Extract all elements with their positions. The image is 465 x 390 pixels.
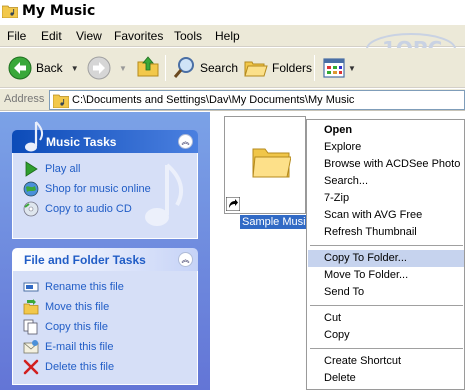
task-copy-audio-cd[interactable]: Copy to audio CD (23, 199, 197, 219)
task-copy-file[interactable]: Copy this file (23, 317, 197, 337)
views-icon (323, 58, 345, 78)
menu-favorites[interactable]: Favorites (114, 29, 163, 43)
context-scan-avg[interactable]: Scan with AVG Free (308, 207, 464, 224)
menu-edit[interactable]: Edit (41, 29, 62, 43)
task-pane: Music Tasks ︽ Play all Shop for music on… (0, 112, 210, 390)
window-title: My Music (22, 3, 96, 19)
delete-x-icon (23, 359, 39, 375)
music-tasks-panel: Music Tasks ︽ Play all Shop for music on… (12, 121, 198, 239)
file-folder-tasks-panel: File and Folder Tasks ︽ Rename this file… (12, 248, 198, 385)
globe-music-icon (23, 181, 39, 197)
file-folder-tasks-body: Rename this file Move this file Copy thi… (12, 271, 198, 385)
copy-icon (23, 319, 38, 335)
menu-file[interactable]: File (7, 29, 26, 43)
search-button[interactable]: Search (172, 56, 238, 80)
task-rename-file[interactable]: Rename this file (23, 277, 197, 297)
context-menu: Open Explore Browse with ACDSee Photo M … (306, 119, 465, 390)
task-play-all[interactable]: Play all (23, 159, 197, 179)
address-bar: Address C:\Documents and Settings\Dav\My… (0, 89, 465, 111)
context-browse-acdsee[interactable]: Browse with ACDSee Photo M (308, 156, 464, 173)
folders-button[interactable]: Folders (244, 56, 312, 80)
back-dropdown-icon[interactable]: ▼ (71, 64, 79, 73)
title-bar[interactable]: My Music (0, 0, 465, 25)
forward-arrow-icon (87, 56, 111, 80)
context-refresh-thumbnail[interactable]: Refresh Thumbnail (308, 224, 464, 241)
email-icon (23, 340, 39, 354)
folder-icon (252, 148, 291, 178)
file-folder-tasks-title: File and Folder Tasks (24, 253, 146, 267)
task-shop-music-online[interactable]: Shop for music online (23, 179, 197, 199)
context-separator (310, 305, 463, 306)
back-arrow-icon (8, 56, 32, 80)
task-delete-file[interactable]: Delete this file (23, 357, 197, 377)
menu-tools[interactable]: Tools (174, 29, 202, 43)
address-path: C:\Documents and Settings\Dav\My Documen… (72, 94, 355, 106)
context-cut[interactable]: Cut (308, 310, 464, 327)
up-folder-icon (137, 56, 159, 77)
menu-view[interactable]: View (76, 29, 102, 43)
context-copy[interactable]: Copy (308, 327, 464, 344)
shortcut-arrow-icon (226, 197, 240, 211)
menu-help[interactable]: Help (215, 29, 240, 43)
context-7zip[interactable]: 7-Zip (308, 190, 464, 207)
views-dropdown-icon: ▼ (348, 63, 356, 73)
task-move-file[interactable]: Move this file (23, 297, 197, 317)
task-email-file[interactable]: E-mail this file (23, 337, 197, 357)
selected-item-label[interactable]: Sample Music (240, 215, 306, 229)
music-note-icon (25, 121, 44, 152)
folder-thumbnail[interactable] (224, 116, 306, 214)
toolbar-separator (165, 55, 166, 81)
folder-music-icon (2, 5, 18, 18)
music-tasks-title: Music Tasks (46, 135, 117, 149)
rename-icon (23, 282, 39, 292)
context-explore[interactable]: Explore (308, 139, 464, 156)
folders-icon (244, 61, 268, 77)
address-input[interactable]: C:\Documents and Settings\Dav\My Documen… (49, 90, 465, 110)
music-tasks-header[interactable]: Music Tasks ︽ (12, 121, 198, 153)
context-open[interactable]: Open (308, 122, 464, 139)
back-button[interactable]: Back ▼ (8, 56, 79, 80)
context-search[interactable]: Search... (308, 173, 464, 190)
toolbar: Back ▼ ▼ Search Folders ▼ (0, 48, 465, 88)
music-tasks-body: Play all Shop for music online Copy to a… (12, 153, 198, 239)
up-folder-button[interactable] (136, 55, 160, 79)
folder-music-icon (53, 94, 69, 108)
context-create-shortcut[interactable]: Create Shortcut (308, 353, 464, 370)
context-copy-to-folder[interactable]: Copy To Folder... (308, 250, 464, 267)
context-move-to-folder[interactable]: Move To Folder... (308, 267, 464, 284)
search-icon (173, 57, 194, 78)
play-icon (25, 161, 38, 177)
collapse-chevron-icon[interactable]: ︽ (178, 252, 193, 267)
move-icon (23, 299, 39, 315)
address-label: Address (4, 93, 45, 105)
toolbar-separator (314, 55, 315, 81)
cd-icon (23, 201, 39, 217)
context-send-to[interactable]: Send To (308, 284, 464, 301)
forward-button[interactable]: ▼ (87, 56, 127, 80)
views-button[interactable]: ▼ (322, 56, 356, 80)
context-separator (310, 245, 463, 246)
collapse-chevron-icon[interactable]: ︽ (178, 134, 193, 149)
context-separator (310, 348, 463, 349)
file-folder-tasks-header[interactable]: File and Folder Tasks ︽ (12, 248, 198, 271)
context-delete[interactable]: Delete (308, 370, 464, 387)
forward-dropdown-icon[interactable]: ▼ (119, 64, 127, 73)
